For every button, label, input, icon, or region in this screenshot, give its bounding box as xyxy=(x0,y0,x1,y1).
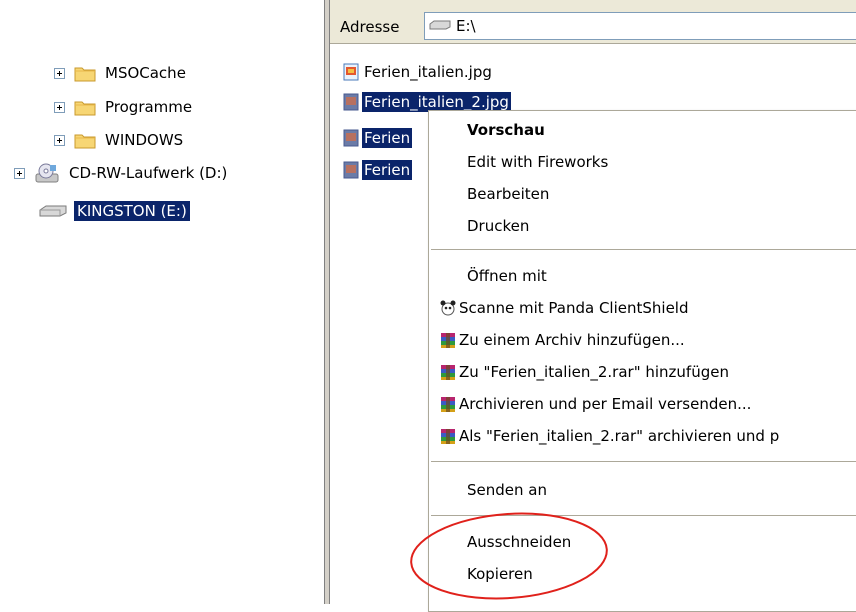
menu-separator xyxy=(431,461,856,462)
menu-item-edit-with-fireworks[interactable]: Edit with Fireworks xyxy=(429,147,856,177)
context-menu: Vorschau Edit with Fireworks Bearbeiten … xyxy=(428,110,856,612)
menu-item-archive-and-email[interactable]: Archivieren und per Email versenden... xyxy=(429,389,856,419)
menu-item-label: Drucken xyxy=(467,217,530,235)
image-file-icon xyxy=(343,161,359,179)
tree-item-label: KINGSTON (E:) xyxy=(74,201,190,221)
folder-icon xyxy=(74,64,96,82)
winrar-icon xyxy=(441,397,455,412)
menu-item-label: Senden an xyxy=(467,481,547,499)
tree-item-label: Programme xyxy=(105,98,193,116)
menu-item-label: Vorschau xyxy=(467,121,545,139)
menu-item-add-to-archive[interactable]: Zu einem Archiv hinzufügen... xyxy=(429,325,856,355)
menu-item-senden-an[interactable]: Senden an xyxy=(429,475,856,505)
menu-item-panda-scan[interactable]: Scanne mit Panda ClientShield xyxy=(429,293,856,323)
tree-item-label: WINDOWS xyxy=(105,131,184,149)
menu-item-label: Zu "Ferien_italien_2.rar" hinzufügen xyxy=(459,363,729,381)
menu-item-label: Ausschneiden xyxy=(467,533,572,551)
tree-item-programme[interactable]: Programme xyxy=(54,96,195,118)
menu-item-oeffnen-mit[interactable]: Öffnen mit xyxy=(429,261,856,291)
address-value: E:\ xyxy=(456,17,476,35)
winrar-icon xyxy=(441,365,455,380)
tree-item-windows[interactable]: WINDOWS xyxy=(54,129,186,151)
tree-item-kingston[interactable]: KINGSTON (E:) xyxy=(38,200,190,222)
tree-item-label: CD-RW-Laufwerk (D:) xyxy=(69,164,228,182)
panda-icon xyxy=(440,300,456,316)
expand-icon[interactable] xyxy=(14,167,25,179)
expand-icon[interactable] xyxy=(54,101,65,113)
image-file-icon xyxy=(343,129,359,147)
menu-item-label: Zu einem Archiv hinzufügen... xyxy=(459,331,685,349)
address-input[interactable]: E:\ xyxy=(424,12,856,40)
menu-item-label: Edit with Fireworks xyxy=(467,153,609,171)
menu-item-label: Archivieren und per Email versenden... xyxy=(459,395,752,413)
winrar-icon xyxy=(441,333,455,348)
menu-item-vorschau[interactable]: Vorschau xyxy=(429,115,856,145)
menu-separator xyxy=(431,515,856,516)
folder-icon xyxy=(74,98,96,116)
folder-tree: MSOCache Programme WINDOWS CD-RW-Laufwer… xyxy=(0,0,298,262)
folder-icon xyxy=(74,131,96,149)
expand-icon[interactable] xyxy=(54,134,65,146)
menu-item-bearbeiten[interactable]: Bearbeiten xyxy=(429,179,856,209)
address-bar: Adresse E:\ xyxy=(330,0,856,44)
winrar-icon xyxy=(441,429,455,444)
menu-item-label: Kopieren xyxy=(467,565,533,583)
menu-item-archive-as-rar[interactable]: Als "Ferien_italien_2.rar" archivieren u… xyxy=(429,421,856,451)
file-item[interactable]: Ferien_italien.jpg xyxy=(342,60,494,84)
tree-item-label: MSOCache xyxy=(105,64,186,82)
tree-item-msocache[interactable]: MSOCache xyxy=(54,62,189,84)
file-item[interactable]: Ferien xyxy=(342,126,413,150)
menu-item-kopieren[interactable]: Kopieren xyxy=(429,559,856,589)
file-item[interactable]: Ferien xyxy=(342,158,413,182)
expand-icon[interactable] xyxy=(54,67,65,79)
menu-item-label: Öffnen mit xyxy=(467,267,547,285)
menu-item-label: Bearbeiten xyxy=(467,185,550,203)
menu-separator xyxy=(431,249,856,250)
tree-item-cd-drive[interactable]: CD-RW-Laufwerk (D:) xyxy=(14,162,230,184)
removable-drive-icon xyxy=(429,17,451,35)
cd-drive-icon xyxy=(34,162,60,184)
file-name: Ferien_italien_2.jpg xyxy=(362,92,511,112)
menu-item-label: Als "Ferien_italien_2.rar" archivieren u… xyxy=(459,427,780,445)
address-label: Adresse xyxy=(340,18,400,36)
file-name: Ferien_italien.jpg xyxy=(364,63,492,81)
menu-item-label: Scanne mit Panda ClientShield xyxy=(459,299,689,317)
image-file-icon xyxy=(343,93,359,111)
menu-item-ausschneiden[interactable]: Ausschneiden xyxy=(429,527,856,557)
file-name: Ferien xyxy=(362,128,413,148)
file-name: Ferien xyxy=(362,160,413,180)
menu-item-add-to-rar[interactable]: Zu "Ferien_italien_2.rar" hinzufügen xyxy=(429,357,856,387)
menu-item-drucken[interactable]: Drucken xyxy=(429,211,856,241)
removable-drive-icon xyxy=(38,203,68,219)
image-file-icon xyxy=(343,63,359,81)
